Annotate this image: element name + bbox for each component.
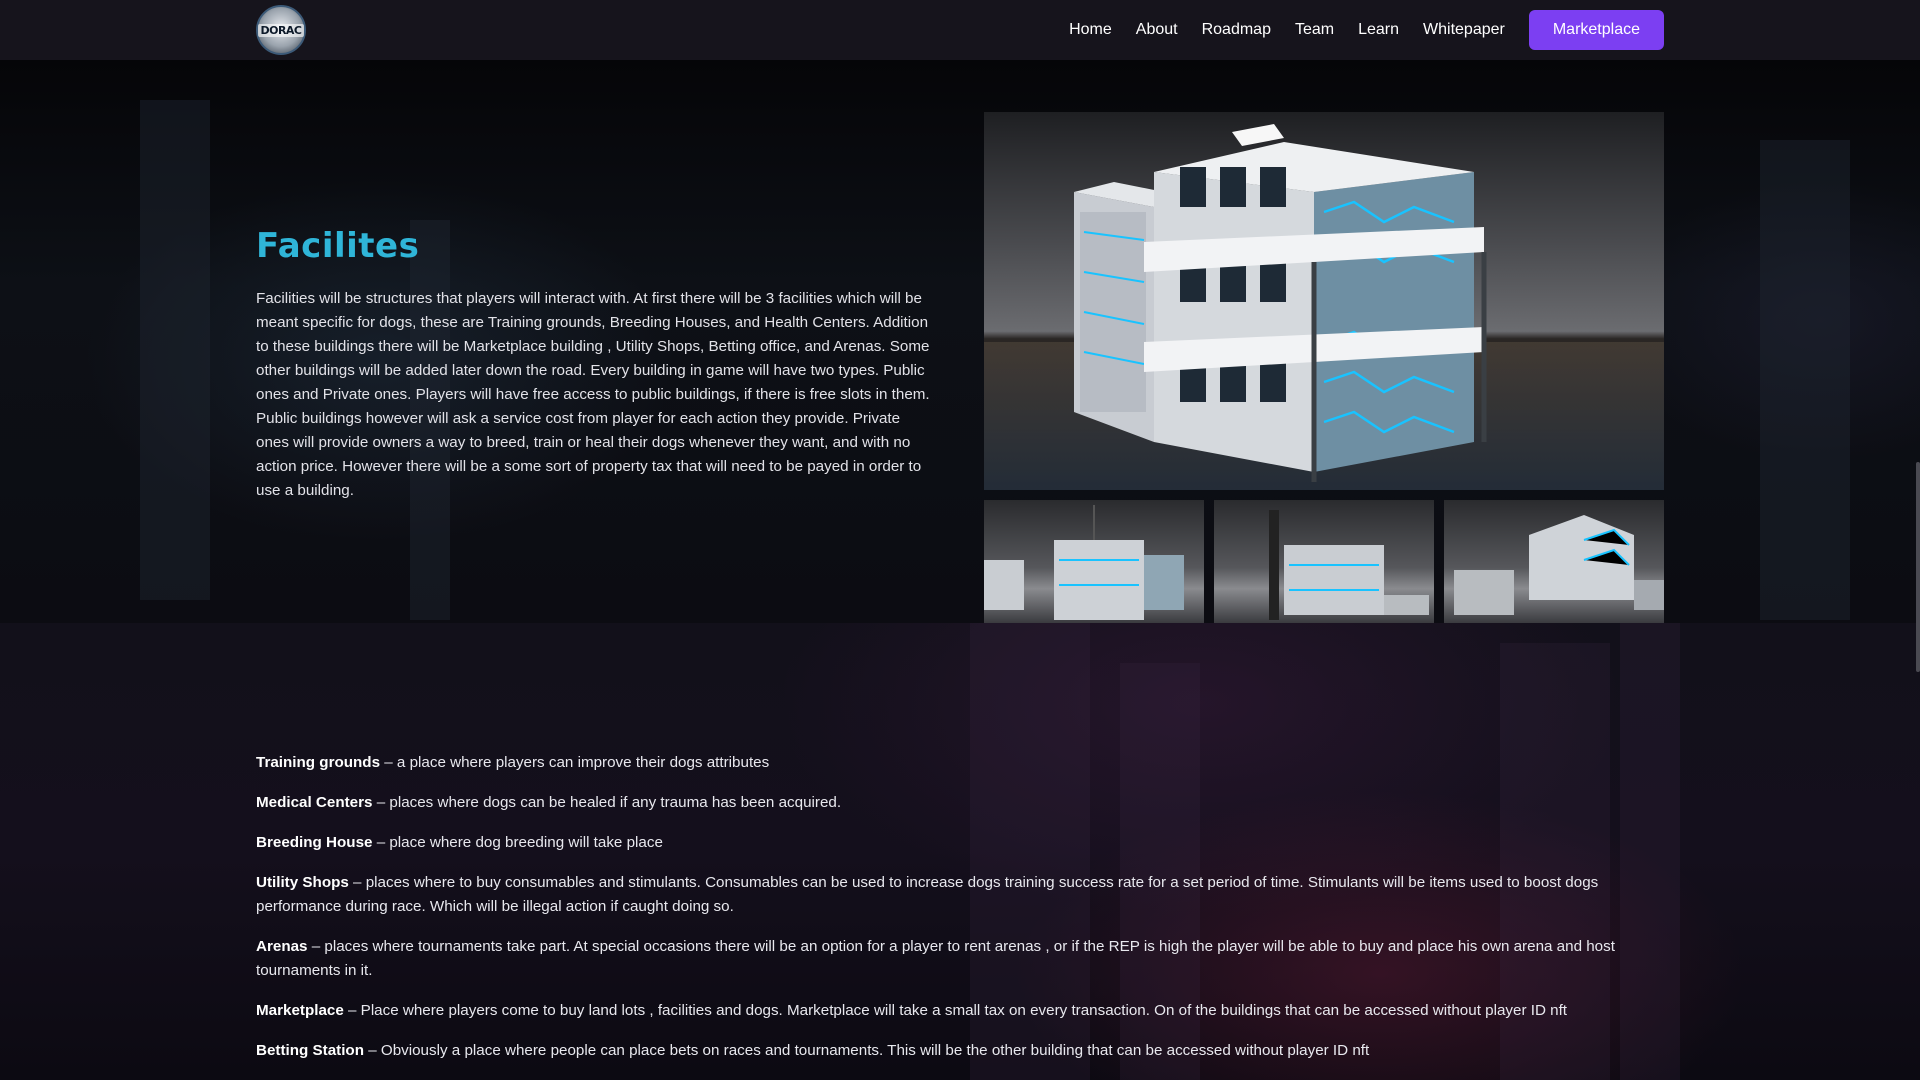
dorac-logo[interactable]: DORAC (256, 5, 306, 55)
training-building-illustration (1074, 124, 1487, 482)
thumbnail-building (1454, 515, 1664, 615)
definition-desc: – Place where players come to buy land l… (343, 1002, 1568, 1019)
nav-link-team[interactable]: Team (1295, 21, 1334, 39)
navbar: DORAC Home About Roadmap Team Learn Whit… (0, 0, 1920, 60)
definition-breeding-house: Breeding House – place where dog breedin… (256, 831, 1664, 855)
marketplace-button[interactable]: Marketplace (1528, 10, 1664, 50)
definition-desc: – places where dogs can be healed if any… (372, 794, 842, 811)
definition-marketplace: Marketplace – Place where players come t… (256, 999, 1664, 1023)
definition-desc: – a place where players can improve thei… (380, 754, 770, 771)
nav-link-about[interactable]: About (1136, 21, 1178, 39)
definition-medical-centers: Medical Centers – places where dogs can … (256, 791, 1664, 815)
nav-links: Home About Roadmap Team Learn Whitepaper… (1069, 0, 1920, 60)
bg-building (1760, 140, 1850, 620)
thumbnail-2[interactable] (1214, 500, 1434, 623)
nav-link-roadmap[interactable]: Roadmap (1202, 21, 1271, 39)
facility-definitions-list: Training grounds – a place where players… (256, 751, 1664, 1079)
page-scrollbar[interactable] (1916, 462, 1920, 672)
thumbnail-building (984, 505, 1184, 620)
definition-term: Breeding House (256, 834, 373, 851)
nav-link-learn[interactable]: Learn (1358, 21, 1399, 39)
thumbnail-3[interactable] (1444, 500, 1664, 623)
thumbnail-building (1269, 510, 1429, 620)
definition-desc: – Obviously a place where people can pla… (364, 1042, 1370, 1059)
definition-term: Arenas (256, 938, 308, 955)
definition-desc: – place where dog breeding will take pla… (372, 834, 663, 851)
definition-desc: – places where tournaments take part. At… (256, 938, 1615, 979)
thumbnail-1[interactable] (984, 500, 1204, 623)
facility-thumbnails (984, 500, 1664, 623)
definition-term: Medical Centers (256, 794, 373, 811)
definition-betting-station: Betting Station – Obviously a place wher… (256, 1039, 1664, 1063)
facilities-title: Facilites (256, 226, 420, 266)
facility-main-image[interactable] (984, 112, 1664, 490)
bg-building (140, 100, 210, 600)
definition-arenas: Arenas – places where tournaments take p… (256, 935, 1664, 983)
definition-utility-shops: Utility Shops – places where to buy cons… (256, 871, 1664, 919)
nav-link-home[interactable]: Home (1069, 21, 1112, 39)
nav-link-whitepaper[interactable]: Whitepaper (1423, 21, 1505, 39)
definition-term: Training grounds (256, 754, 381, 771)
facilities-description: Facilities will be structures that playe… (256, 290, 930, 499)
logo-wordmark: DORAC (258, 23, 304, 37)
definition-term: Betting Station (256, 1042, 364, 1059)
definition-desc: – places where to buy consumables and st… (256, 874, 1599, 915)
definition-training-grounds: Training grounds – a place where players… (256, 751, 1664, 775)
definition-term: Marketplace (256, 1002, 344, 1019)
definition-term: Utility Shops (256, 874, 349, 891)
